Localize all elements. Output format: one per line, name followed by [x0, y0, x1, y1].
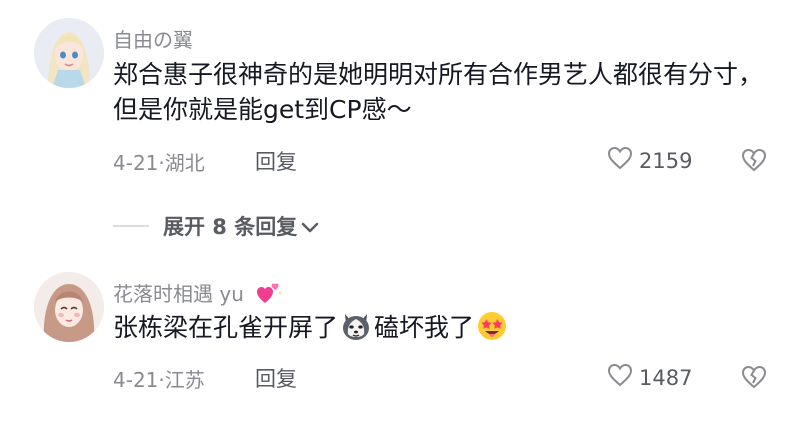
reply-button[interactable]: 回复: [255, 146, 297, 176]
comment-meta: 4-21·湖北: [113, 147, 205, 176]
username-text: 花落时相遇 yu: [113, 282, 244, 306]
like-button[interactable]: 2159: [607, 146, 692, 175]
reply-button[interactable]: 回复: [255, 363, 297, 393]
comment-date: 4-21: [113, 368, 159, 392]
heart-outline-icon: [607, 363, 633, 392]
like-count: 2159: [639, 148, 693, 173]
star-struck-face-emoji-icon: [476, 310, 508, 342]
username[interactable]: 自由の翼: [113, 24, 193, 53]
avatar[interactable]: [34, 18, 104, 88]
sparkling-hearts-icon: [256, 281, 282, 310]
comment-meta: 4-21·江苏: [113, 364, 205, 393]
chevron-down-icon: [301, 214, 319, 238]
username[interactable]: 花落时相遇 yu: [113, 278, 282, 310]
comment-text-part2: 磕坏我了: [374, 313, 475, 342]
comment-date: 4-21: [113, 151, 159, 175]
expand-replies-label: 展开 8 条回复: [163, 215, 298, 239]
comment-item: 自由の翼 郑合惠子很神奇的是她明明对所有合作男艺人都很有分寸，但是你就是能get…: [0, 0, 800, 200]
heart-outline-icon: [607, 146, 633, 175]
comment-location: 湖北: [164, 151, 205, 175]
comment-location: 江苏: [164, 368, 205, 392]
divider-line: [113, 225, 149, 227]
comment-item: 花落时相遇 yu 张栋梁在孔雀开屏了 磕坏我了 4-21·江苏 回复 1487: [0, 260, 800, 420]
broken-heart-icon: [741, 148, 767, 176]
husky-dog-emoji-icon: [340, 310, 372, 342]
dislike-button[interactable]: [741, 148, 767, 176]
broken-heart-icon: [741, 365, 767, 393]
like-count: 1487: [639, 365, 693, 390]
like-button[interactable]: 1487: [607, 363, 692, 392]
dislike-button[interactable]: [741, 365, 767, 393]
comment-text: 张栋梁在孔雀开屏了 磕坏我了: [113, 310, 773, 345]
avatar[interactable]: [34, 272, 104, 342]
comment-text: 郑合惠子很神奇的是她明明对所有合作男艺人都很有分寸，但是你就是能get到CP感～: [113, 60, 764, 124]
expand-replies-button[interactable]: 展开 8 条回复: [113, 210, 319, 242]
comment-text-part1: 张栋梁在孔雀开屏了: [113, 313, 339, 342]
